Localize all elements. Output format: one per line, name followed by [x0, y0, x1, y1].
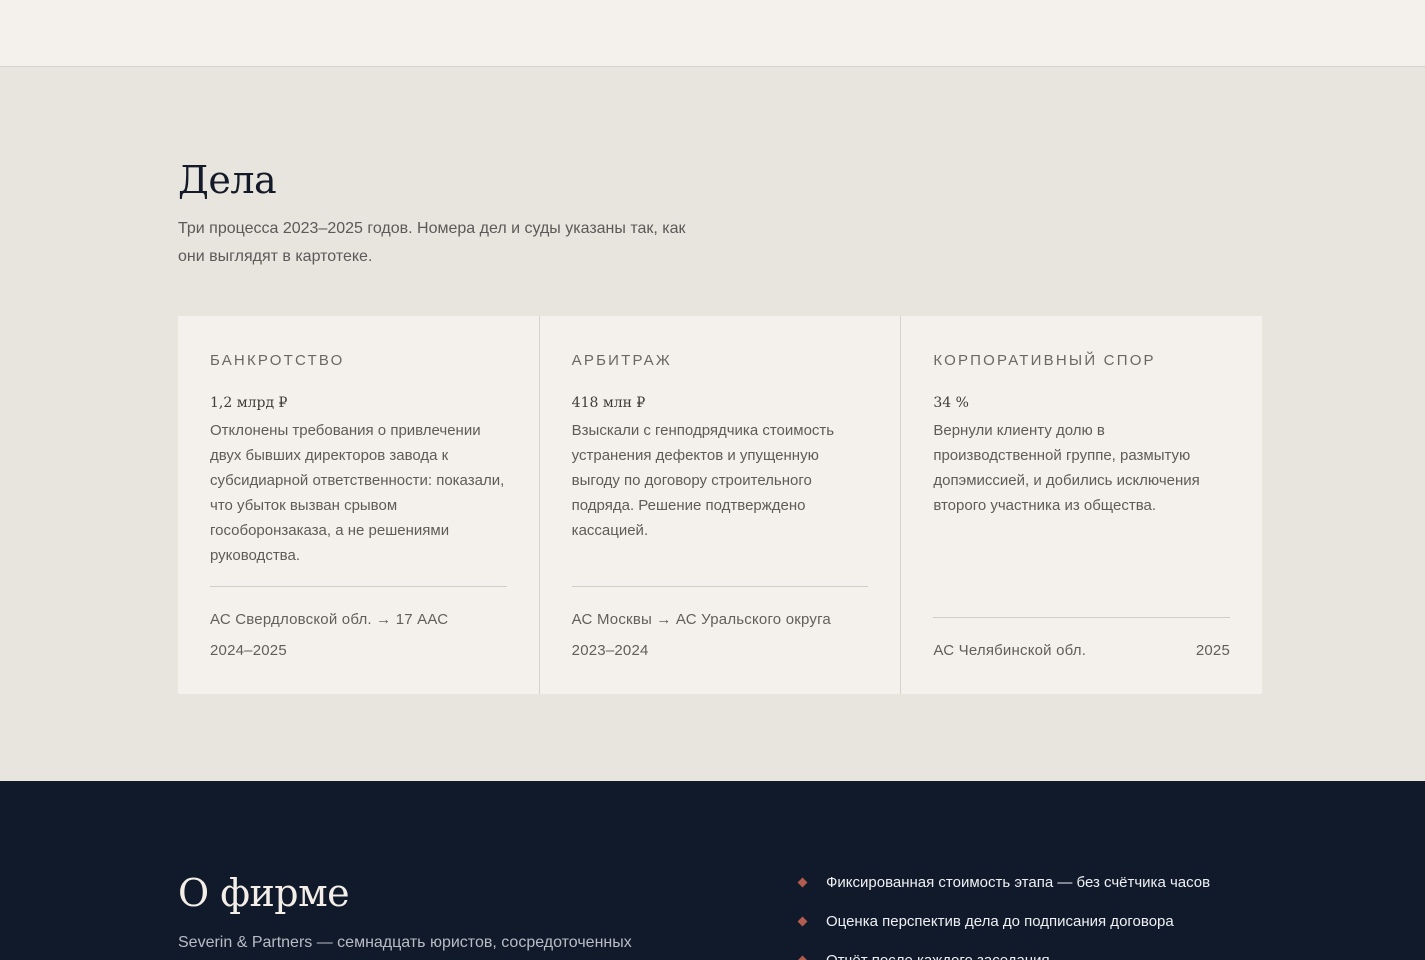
- case-category: КОРПОРАТИВНЫЙ СПОР: [933, 352, 1156, 369]
- list-item: Оценка перспектив дела до подписания дог…: [797, 910, 1210, 949]
- about-point-text: Оценка перспектив дела до подписания дог…: [826, 913, 1174, 930]
- list-item: Отчёт после каждого заседания: [797, 949, 1210, 960]
- case-court: АС Москвы → АС Уральского округа: [571, 611, 831, 628]
- case-years: 2024–2025: [210, 642, 287, 659]
- case-footer: АС Москвы → АС Уральского округа 2023–20…: [571, 586, 869, 661]
- cases-title: Дела: [178, 158, 277, 202]
- case-footer-row: АС Челябинской обл. 2025: [933, 641, 1230, 661]
- about-point-text: Фиксированная стоимость этапа — без счёт…: [826, 874, 1211, 891]
- case-description: Отклонены требования о привлечении двух …: [210, 422, 505, 564]
- case-court: АС Челябинской обл.: [933, 642, 1087, 659]
- top-header-bar: [0, 0, 1425, 67]
- case-footer: АС Свердловской обл. → 17 ААС 2024–2025: [210, 586, 507, 661]
- about-intro: Severin & Partners — семнадцать юристов,…: [178, 934, 632, 951]
- cases-lead: Три процесса 2023–2025 годов. Номера дел…: [178, 220, 686, 265]
- cases-section: Дела Три процесса 2023–2025 годов. Номер…: [0, 67, 1425, 781]
- about-title: О фирме: [178, 871, 350, 915]
- cases-grid: БАНКРОТСТВО 1,2 млрд ₽ Отклонены требова…: [178, 316, 1263, 694]
- case-years: 2025: [1195, 642, 1231, 659]
- case-amount: 1,2 млрд ₽: [210, 395, 288, 411]
- case-amount: 418 млн ₽: [571, 395, 646, 411]
- diamond-bullet-icon: [797, 955, 808, 960]
- case-category: БАНКРОТСТВО: [210, 352, 345, 369]
- about-points-list: Фиксированная стоимость этапа — без счёт…: [797, 871, 1210, 960]
- diamond-bullet-icon: [797, 916, 808, 927]
- case-court: АС Свердловской обл. → 17 ААС: [210, 611, 449, 628]
- case-description: Взыскали с генподрядчика стоимость устра…: [571, 422, 835, 539]
- case-description: Вернули клиенту долю в производственной …: [933, 422, 1200, 514]
- about-point-text: Отчёт после каждого заседания: [826, 952, 1050, 960]
- case-card-corporate: КОРПОРАТИВНЫЙ СПОР 34 % Вернули клиенту …: [900, 316, 1263, 694]
- case-card-bankruptcy: БАНКРОТСТВО 1,2 млрд ₽ Отклонены требова…: [178, 316, 539, 694]
- list-item: Фиксированная стоимость этапа — без счёт…: [797, 871, 1210, 910]
- case-category: АРБИТРАЖ: [571, 352, 672, 369]
- about-section: О фирме Severin & Partners — семнадцать …: [0, 781, 1425, 960]
- case-amount: 34 %: [933, 395, 969, 411]
- diamond-bullet-icon: [797, 877, 808, 888]
- case-footer: АС Челябинской обл. 2025: [933, 617, 1231, 661]
- case-card-arbitration: АРБИТРАЖ 418 млн ₽ Взыскали с генподрядч…: [538, 316, 901, 694]
- case-years: 2023–2024: [571, 642, 649, 659]
